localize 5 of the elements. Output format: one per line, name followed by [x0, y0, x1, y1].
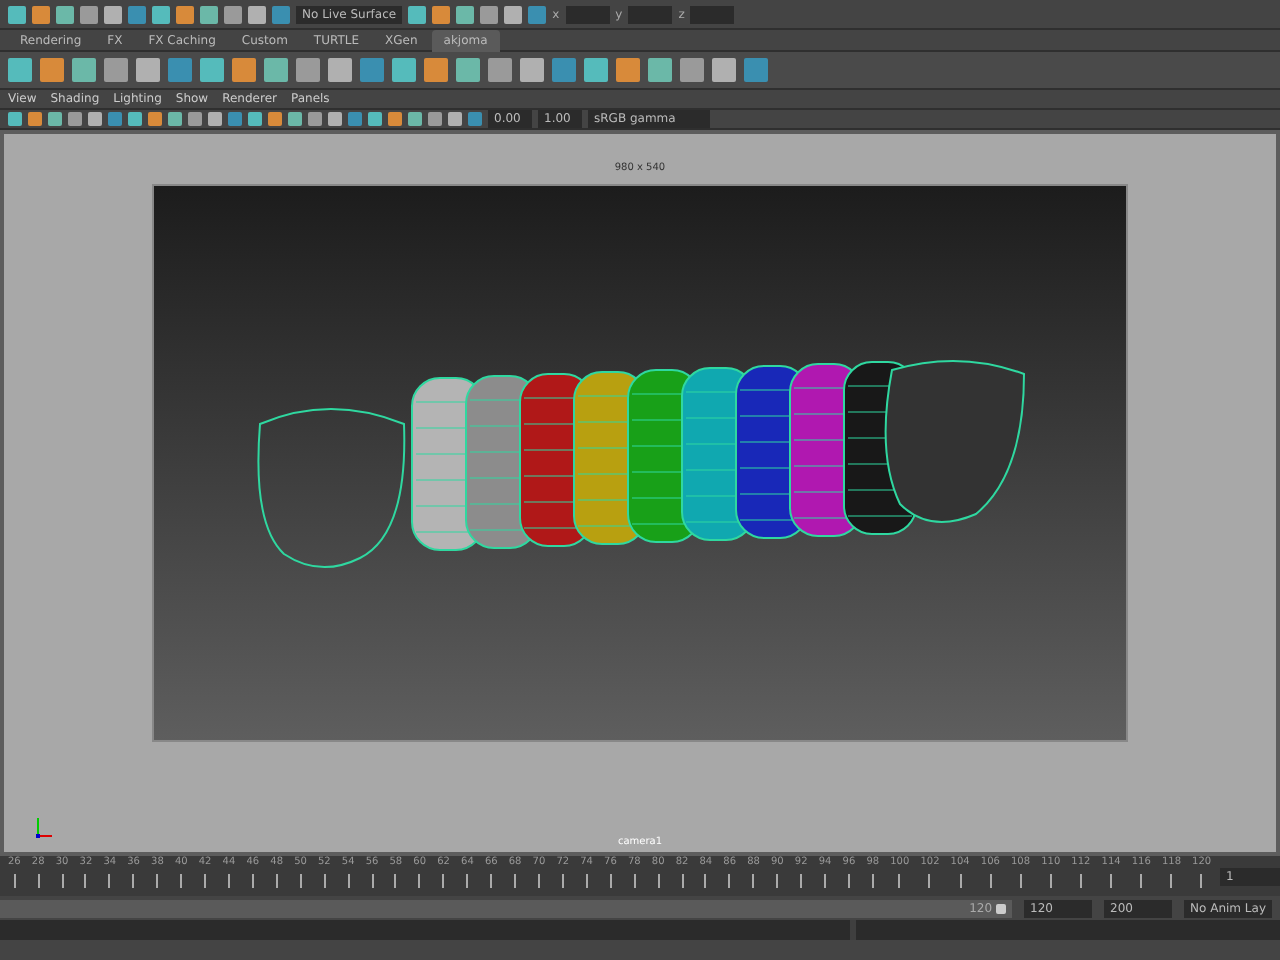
coordinate-field[interactable] [690, 5, 735, 23]
axis-icon [32, 816, 56, 840]
command-line-field[interactable] [0, 920, 850, 940]
coordinate-field[interactable] [628, 5, 673, 23]
coordinate-field[interactable] [565, 5, 610, 23]
